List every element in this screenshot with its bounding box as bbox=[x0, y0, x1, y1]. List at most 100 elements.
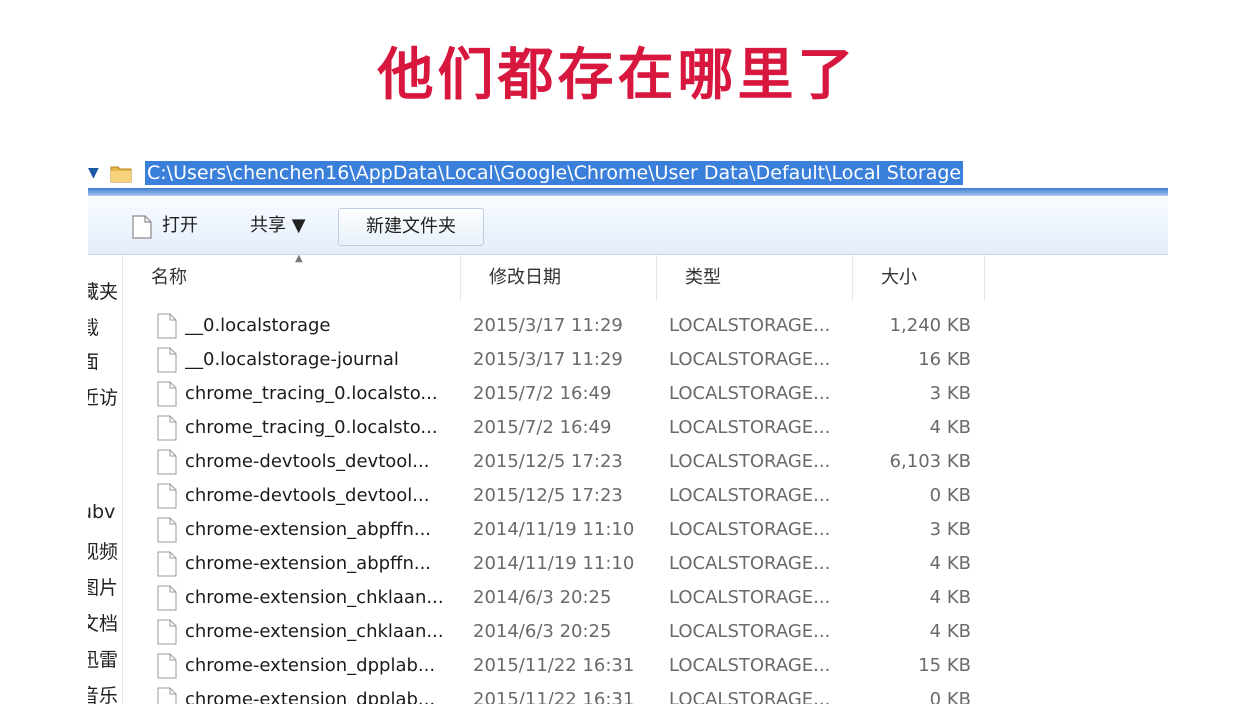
file-size: 0 KB bbox=[929, 485, 971, 506]
file-date: 2014/11/19 11:10 bbox=[473, 553, 635, 574]
nav-item-thunder[interactable]: 迅雷 bbox=[88, 645, 122, 672]
file-size: 4 KB bbox=[929, 417, 971, 438]
file-name: chrome-devtools_devtool... bbox=[185, 451, 430, 472]
file-size: 4 KB bbox=[929, 621, 971, 642]
file-type: LOCALSTORAGE... bbox=[669, 553, 831, 574]
file-type: LOCALSTORAGE... bbox=[669, 383, 831, 404]
file-row[interactable]: chrome-extension_chklaan... 2014/6/3 20:… bbox=[123, 581, 1168, 615]
file-size: 6,103 KB bbox=[889, 451, 971, 472]
file-size: 4 KB bbox=[929, 553, 971, 574]
file-type: LOCALSTORAGE... bbox=[669, 621, 831, 642]
share-menu-button[interactable]: 共享 ▼ bbox=[250, 210, 306, 242]
file-icon bbox=[157, 347, 177, 373]
file-type: LOCALSTORAGE... bbox=[669, 655, 831, 676]
file-icon bbox=[157, 483, 177, 509]
file-date: 2015/12/5 17:23 bbox=[473, 451, 623, 472]
file-date: 2015/3/17 11:29 bbox=[473, 349, 623, 370]
nav-item-documents[interactable]: 文档 bbox=[88, 609, 122, 636]
file-icon bbox=[157, 551, 177, 577]
file-type: LOCALSTORAGE... bbox=[669, 451, 831, 472]
file-type: LOCALSTORAGE... bbox=[669, 315, 831, 336]
file-date: 2014/6/3 20:25 bbox=[473, 621, 612, 642]
file-date: 2015/3/17 11:29 bbox=[473, 315, 623, 336]
file-name: chrome-extension_chklaan... bbox=[185, 587, 444, 608]
nav-item-ubv[interactable]: ubv bbox=[88, 501, 122, 523]
nav-item-videos[interactable]: 视频 bbox=[88, 537, 122, 564]
file-type: LOCALSTORAGE... bbox=[669, 349, 831, 370]
file-icon bbox=[157, 415, 177, 441]
new-folder-button[interactable]: 新建文件夹 bbox=[338, 208, 484, 246]
file-date: 2015/7/2 16:49 bbox=[473, 383, 612, 404]
file-icon bbox=[157, 517, 177, 543]
file-name: chrome-extension_abpffn... bbox=[185, 553, 432, 574]
file-size: 1,240 KB bbox=[889, 315, 971, 336]
file-name: chrome-extension_dpplab... bbox=[185, 689, 436, 704]
file-row[interactable]: chrome-devtools_devtool... 2015/12/5 17:… bbox=[123, 479, 1168, 513]
file-date: 2014/11/19 11:10 bbox=[473, 519, 635, 540]
file-row[interactable]: chrome-devtools_devtool... 2015/12/5 17:… bbox=[123, 445, 1168, 479]
file-type: LOCALSTORAGE... bbox=[669, 689, 831, 704]
file-icon bbox=[157, 313, 177, 339]
file-name: chrome-extension_abpffn... bbox=[185, 519, 432, 540]
nav-item-desktop[interactable]: 面 bbox=[88, 347, 122, 374]
file-icon bbox=[157, 653, 177, 679]
document-icon bbox=[132, 215, 152, 239]
file-size: 3 KB bbox=[929, 383, 971, 404]
file-type: LOCALSTORAGE... bbox=[669, 519, 831, 540]
file-icon bbox=[157, 619, 177, 645]
file-size: 3 KB bbox=[929, 519, 971, 540]
file-row[interactable]: chrome-extension_abpffn... 2014/11/19 11… bbox=[123, 547, 1168, 581]
column-header-name[interactable]: ▲ 名称 bbox=[123, 253, 461, 301]
file-row[interactable]: __0.localstorage-journal 2015/3/17 11:29… bbox=[123, 343, 1168, 377]
dropdown-arrow-icon[interactable]: ▼ bbox=[88, 164, 102, 182]
file-row[interactable]: chrome-extension_dpplab... 2015/11/22 16… bbox=[123, 649, 1168, 683]
file-size: 0 KB bbox=[929, 689, 971, 704]
file-date: 2015/7/2 16:49 bbox=[473, 417, 612, 438]
file-date: 2015/11/22 16:31 bbox=[473, 655, 635, 676]
nav-item-favorites[interactable]: 藏夹 bbox=[88, 277, 122, 304]
file-name: __0.localstorage bbox=[185, 315, 331, 336]
address-path[interactable]: C:\Users\chenchen16\AppData\Local\Google… bbox=[145, 161, 964, 185]
file-size: 15 KB bbox=[918, 655, 971, 676]
file-type: LOCALSTORAGE... bbox=[669, 587, 831, 608]
file-type: LOCALSTORAGE... bbox=[669, 485, 831, 506]
file-icon bbox=[157, 585, 177, 611]
file-date: 2015/12/5 17:23 bbox=[473, 485, 623, 506]
file-name: chrome_tracing_0.localsto... bbox=[185, 383, 438, 404]
nav-item-music[interactable]: 音乐 bbox=[88, 681, 122, 704]
file-row[interactable]: chrome_tracing_0.localsto... 2015/7/2 16… bbox=[123, 411, 1168, 445]
file-name: chrome-extension_dpplab... bbox=[185, 655, 436, 676]
file-type: LOCALSTORAGE... bbox=[669, 417, 831, 438]
open-button-label: 打开 bbox=[162, 215, 198, 236]
file-explorer-window: ▼ C:\Users\chenchen16\AppData\Local\Goog… bbox=[88, 152, 1168, 704]
column-header-row: ▲ 名称 修改日期 类型 大小 bbox=[123, 253, 1168, 301]
address-bar[interactable]: ▼ C:\Users\chenchen16\AppData\Local\Goog… bbox=[88, 156, 1168, 190]
file-row[interactable]: chrome-extension_dpplab... 2015/11/22 16… bbox=[123, 683, 1168, 704]
file-name: chrome-extension_chklaan... bbox=[185, 621, 444, 642]
file-row[interactable]: chrome-extension_abpffn... 2014/11/19 11… bbox=[123, 513, 1168, 547]
file-name: __0.localstorage-journal bbox=[185, 349, 399, 370]
file-row[interactable]: chrome_tracing_0.localsto... 2015/7/2 16… bbox=[123, 377, 1168, 411]
file-date: 2014/6/3 20:25 bbox=[473, 587, 612, 608]
sort-ascending-icon: ▲ bbox=[295, 253, 303, 264]
column-header-name-label: 名称 bbox=[151, 267, 187, 288]
column-header-date[interactable]: 修改日期 bbox=[461, 255, 657, 301]
address-bar-border bbox=[88, 188, 1168, 196]
nav-item-downloads[interactable]: 载 bbox=[88, 313, 122, 340]
column-header-type[interactable]: 类型 bbox=[657, 255, 853, 301]
nav-item-pictures[interactable]: 图片 bbox=[88, 573, 122, 600]
toolbar: 打开 共享 ▼ 新建文件夹 bbox=[88, 198, 1168, 255]
file-icon bbox=[157, 687, 177, 704]
navigation-pane: 藏夹 载 面 近访 ubv 视频 图片 文档 迅雷 音乐 bbox=[88, 255, 123, 704]
file-row[interactable]: __0.localstorage 2015/3/17 11:29 LOCALST… bbox=[123, 309, 1168, 343]
file-size: 16 KB bbox=[918, 349, 971, 370]
folder-icon bbox=[110, 166, 132, 183]
file-icon bbox=[157, 449, 177, 475]
file-name: chrome-devtools_devtool... bbox=[185, 485, 430, 506]
file-row[interactable]: chrome-extension_chklaan... 2014/6/3 20:… bbox=[123, 615, 1168, 649]
nav-item-recent[interactable]: 近访 bbox=[88, 383, 122, 410]
column-header-size[interactable]: 大小 bbox=[853, 255, 985, 301]
file-date: 2015/11/22 16:31 bbox=[473, 689, 635, 704]
file-name: chrome_tracing_0.localsto... bbox=[185, 417, 438, 438]
file-icon bbox=[157, 381, 177, 407]
